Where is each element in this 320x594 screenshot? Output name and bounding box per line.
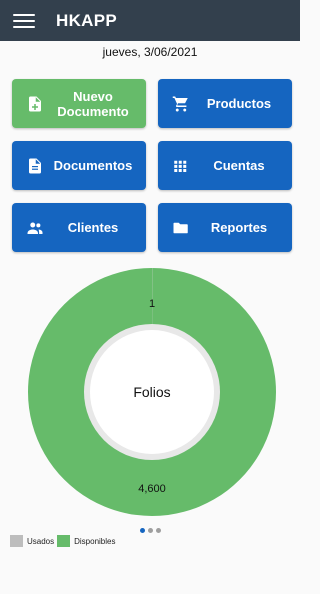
products-button[interactable]: Productos xyxy=(158,79,292,128)
tile-label: Nuevo Documento xyxy=(57,88,129,119)
page-dot[interactable] xyxy=(155,528,161,533)
legend-label: Usados xyxy=(27,536,55,546)
legend-swatch xyxy=(57,535,71,547)
clients-button[interactable]: Clientes xyxy=(12,203,146,252)
app-title: HKAPP xyxy=(56,10,118,30)
hamburger-menu-icon[interactable] xyxy=(13,13,35,28)
documents-button[interactable]: Documentos xyxy=(12,141,146,190)
donut-value-label: 4,600 xyxy=(138,483,166,495)
page-dot[interactable] xyxy=(139,528,145,533)
new-document-button[interactable]: Nuevo Documento xyxy=(12,79,146,128)
folios-donut-chart: Folios 1 4,600 xyxy=(28,268,276,516)
chart-legend: Usados Disponibles xyxy=(10,535,118,547)
tile-label: Reportes xyxy=(210,220,268,235)
reports-button[interactable]: Reportes xyxy=(158,203,292,252)
legend-swatch xyxy=(10,535,23,547)
donut-value-label: 1 xyxy=(149,298,155,310)
date-label: jueves, 3/06/2021 xyxy=(102,45,198,59)
app-bar: HKAPP xyxy=(0,0,300,41)
donut-svg: Folios 1 4,600 xyxy=(28,268,276,516)
tile-label: Documentos xyxy=(53,158,133,173)
legend-item-used: Usados xyxy=(10,535,54,547)
page-dot[interactable] xyxy=(147,528,153,533)
legend-label: Disponibles xyxy=(74,536,116,546)
page-indicator xyxy=(0,528,300,533)
accounts-button[interactable]: Cuentas xyxy=(158,141,292,190)
tile-label: Cuentas xyxy=(213,158,265,173)
tile-label: Clientes xyxy=(67,220,119,235)
tile-label: Productos xyxy=(206,96,272,111)
donut-center-label: Folios xyxy=(133,384,170,400)
legend-item-available: Disponibles xyxy=(57,535,115,547)
